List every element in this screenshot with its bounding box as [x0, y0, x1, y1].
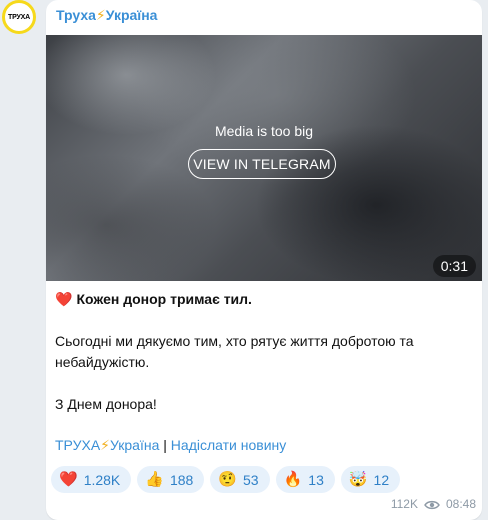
- link-separator: |: [159, 437, 171, 453]
- heart-icon: ❤️: [59, 471, 78, 488]
- reaction-count: 1.28K: [83, 471, 121, 488]
- post-heading: Кожен донор тримає тил.: [76, 291, 252, 307]
- reaction-mind-blown[interactable]: 🤯 12: [340, 466, 401, 493]
- video-preview[interactable]: Media is too big VIEW IN TELEGRAM 0:31: [46, 35, 482, 281]
- channel-name[interactable]: Труха⚡Україна: [56, 7, 157, 24]
- view-in-telegram-button[interactable]: VIEW IN TELEGRAM: [188, 149, 336, 179]
- reactions-bar: ❤️ 1.28K 👍 188 🤨 53 🔥 13 🤯 12: [51, 466, 401, 493]
- message-time: 08:48: [445, 497, 476, 511]
- post-text: ❤️ Кожен донор тримає тил. Сьогодні ми дя…: [55, 289, 455, 436]
- message-meta: 112K 08:48: [391, 497, 476, 511]
- bolt-icon: ⚡: [95, 7, 106, 23]
- submit-news-link[interactable]: Надіслати новину: [171, 437, 286, 453]
- reaction-count: 188: [169, 471, 194, 488]
- message-bubble: Труха⚡Україна Media is too big VIEW IN T…: [46, 0, 482, 520]
- channel-name-part2: Україна: [105, 7, 158, 23]
- reaction-raised-eyebrow[interactable]: 🤨 53: [210, 466, 270, 493]
- footer-links: ТРУХА⚡Україна | Надіслати новину: [55, 437, 286, 454]
- raised-eyebrow-face-icon: 🤨: [218, 471, 238, 488]
- thumbs-up-icon: 👍: [145, 471, 164, 488]
- channel-link[interactable]: ТРУХА⚡Україна: [55, 437, 159, 453]
- reaction-heart[interactable]: ❤️ 1.28K: [51, 466, 132, 493]
- reaction-fire[interactable]: 🔥 13: [275, 466, 335, 493]
- fire-icon: 🔥: [283, 471, 303, 488]
- eye-icon: [424, 499, 440, 510]
- channel-name-part1: Труха: [56, 7, 96, 23]
- reaction-count: 12: [373, 471, 390, 488]
- bolt-icon: ⚡: [100, 437, 110, 453]
- post-closing: З Днем донора!: [55, 396, 157, 412]
- reaction-count: 53: [243, 471, 259, 488]
- channel-avatar[interactable]: ТРУХА: [2, 0, 36, 34]
- media-too-big-message: Media is too big: [214, 123, 314, 139]
- video-duration: 0:31: [432, 255, 476, 277]
- heart-icon: ❤️: [55, 291, 73, 307]
- reaction-count: 13: [308, 471, 324, 488]
- avatar-text: ТРУХА: [8, 13, 30, 21]
- post-paragraph: Сьогодні ми дякуємо тим, хто рятує життя…: [55, 333, 414, 370]
- mind-blown-face-icon: 🤯: [348, 471, 368, 488]
- view-count: 112K: [390, 497, 418, 511]
- reaction-thumbs-up[interactable]: 👍 188: [137, 466, 205, 493]
